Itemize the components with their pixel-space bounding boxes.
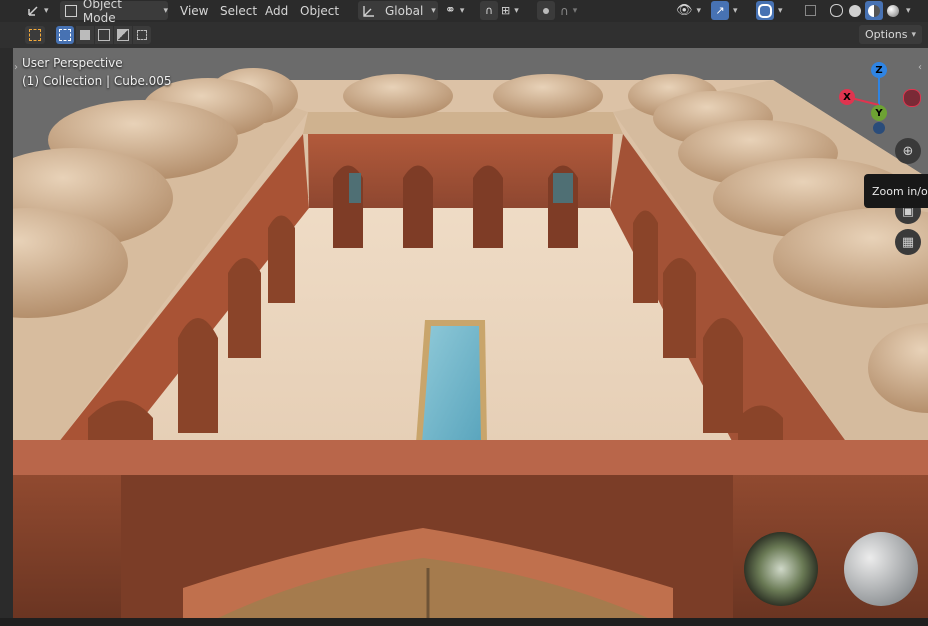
chevron-down-icon: ▾ <box>696 5 702 16</box>
chevron-down-icon: ▾ <box>906 5 911 16</box>
snap-toggle[interactable]: ∩ <box>480 1 498 20</box>
select-mode-invert[interactable] <box>114 26 132 44</box>
zoom-tooltip: Zoom in/out <box>864 174 928 208</box>
select-mode-new[interactable] <box>56 26 74 44</box>
shading-solid[interactable] <box>846 1 864 20</box>
circle-dot-icon <box>543 7 549 14</box>
wireframe-sphere-icon <box>829 4 843 17</box>
select-new-icon <box>59 29 71 41</box>
falloff-curve-icon: ∩ <box>560 3 569 18</box>
toggle-perspective-button[interactable]: ▦ <box>895 229 921 255</box>
status-bar <box>0 618 928 626</box>
chevron-down-icon: ▾ <box>572 5 578 16</box>
gizmo-z-axis[interactable]: Z <box>871 62 887 78</box>
select-mode-intersect[interactable] <box>133 26 151 44</box>
tooltip-text: Zoom in/out <box>872 184 928 198</box>
zoom-icon: ⊕ <box>902 143 914 159</box>
tool-settings-bar <box>0 22 928 48</box>
xray-toggle[interactable] <box>802 1 818 20</box>
object-mode-icon <box>65 4 77 17</box>
select-mode-extend[interactable] <box>76 26 94 44</box>
grid-icon: ▦ <box>901 234 915 250</box>
gizmo-x-axis[interactable]: X <box>839 89 855 105</box>
mode-dropdown[interactable]: Object Mode ▾ <box>60 0 168 25</box>
chevron-down-icon: ▾ <box>778 5 783 16</box>
xray-icon <box>804 5 816 16</box>
overlays-toggle[interactable] <box>756 1 774 20</box>
gizmo-neg-x-axis[interactable] <box>903 89 921 107</box>
gizmo-icon: ↗ <box>715 4 725 17</box>
solid-sphere-icon <box>849 4 861 17</box>
gizmo-neg-z-axis[interactable] <box>873 122 885 134</box>
menu-view[interactable]: View <box>180 1 208 20</box>
select-extend-icon <box>80 30 90 40</box>
orientation-icon <box>361 4 377 18</box>
menu-select[interactable]: Select <box>220 1 257 20</box>
cursor-box-icon <box>29 29 41 41</box>
overlays-icon <box>758 3 772 18</box>
chevron-down-icon: ▾ <box>733 5 738 16</box>
select-tool-button[interactable] <box>25 26 45 44</box>
rendered-sphere-icon <box>887 4 899 17</box>
transform-orientation-dropdown[interactable]: Global ▾ <box>358 1 438 20</box>
eye-icon: 👁 <box>676 3 693 18</box>
perspective-label: User Perspective <box>22 56 123 70</box>
orientation-label: Global <box>385 3 424 18</box>
chevron-down-icon: ▾ <box>459 5 465 16</box>
axes-icon <box>26 4 40 18</box>
overlays-dropdown[interactable]: ▾ <box>776 1 790 20</box>
chevron-down-icon: ▾ <box>163 5 168 16</box>
chevron-right-icon[interactable]: › <box>14 62 18 73</box>
options-dropdown[interactable]: Options ▾ <box>859 25 922 44</box>
pivot-icon: ⚭ <box>445 3 456 18</box>
pivot-point-dropdown[interactable]: ⚭ ▾ <box>445 1 473 20</box>
magnet-icon: ∩ <box>484 4 494 17</box>
3d-viewport[interactable]: User Perspective (1) Collection | Cube.0… <box>13 48 928 618</box>
select-subtract-icon <box>98 29 110 41</box>
chevron-down-icon: ▾ <box>514 5 519 16</box>
toolbar-strip <box>0 48 13 618</box>
shading-material-preview[interactable] <box>865 1 883 20</box>
select-intersect-icon <box>137 30 147 40</box>
select-mode-subtract[interactable] <box>95 26 113 44</box>
snap-target-dropdown[interactable]: ⊞ ▾ <box>501 1 531 20</box>
viewport-header: ▾ Object Mode ▾ View Select Add Object G… <box>0 0 928 25</box>
proportional-editing-toggle[interactable] <box>537 1 555 20</box>
shading-rendered[interactable] <box>884 1 902 20</box>
shading-dropdown[interactable]: ▾ <box>904 1 920 20</box>
increment-icon: ⊞ <box>501 4 511 17</box>
zoom-button[interactable]: ⊕ <box>895 138 921 164</box>
menu-object[interactable]: Object <box>300 1 339 20</box>
falloff-dropdown[interactable]: ∩ ▾ <box>560 1 588 20</box>
visibility-dropdown[interactable]: 👁 ▾ <box>676 1 706 20</box>
material-sphere-icon <box>868 4 880 17</box>
select-invert-icon <box>117 29 129 41</box>
menu-add[interactable]: Add <box>265 1 288 20</box>
navigation-gizmo[interactable]: Z X Y <box>835 60 921 140</box>
editor-type-dropdown[interactable]: ▾ <box>22 1 52 20</box>
shading-wireframe[interactable] <box>827 1 845 20</box>
scene-render <box>13 68 928 618</box>
gizmo-y-axis[interactable]: Y <box>871 105 887 121</box>
collection-label: (1) Collection | Cube.005 <box>22 74 172 88</box>
chevron-left-icon[interactable]: ‹ <box>918 62 922 73</box>
mode-label: Object Mode <box>82 0 122 25</box>
chevron-down-icon: ▾ <box>431 5 436 16</box>
chevron-down-icon: ▾ <box>911 29 916 40</box>
chevron-down-icon: ▾ <box>44 5 49 16</box>
options-label: Options <box>865 28 908 41</box>
gizmo-dropdown[interactable]: ▾ <box>731 1 745 20</box>
gizmo-toggle[interactable]: ↗ <box>711 1 729 20</box>
